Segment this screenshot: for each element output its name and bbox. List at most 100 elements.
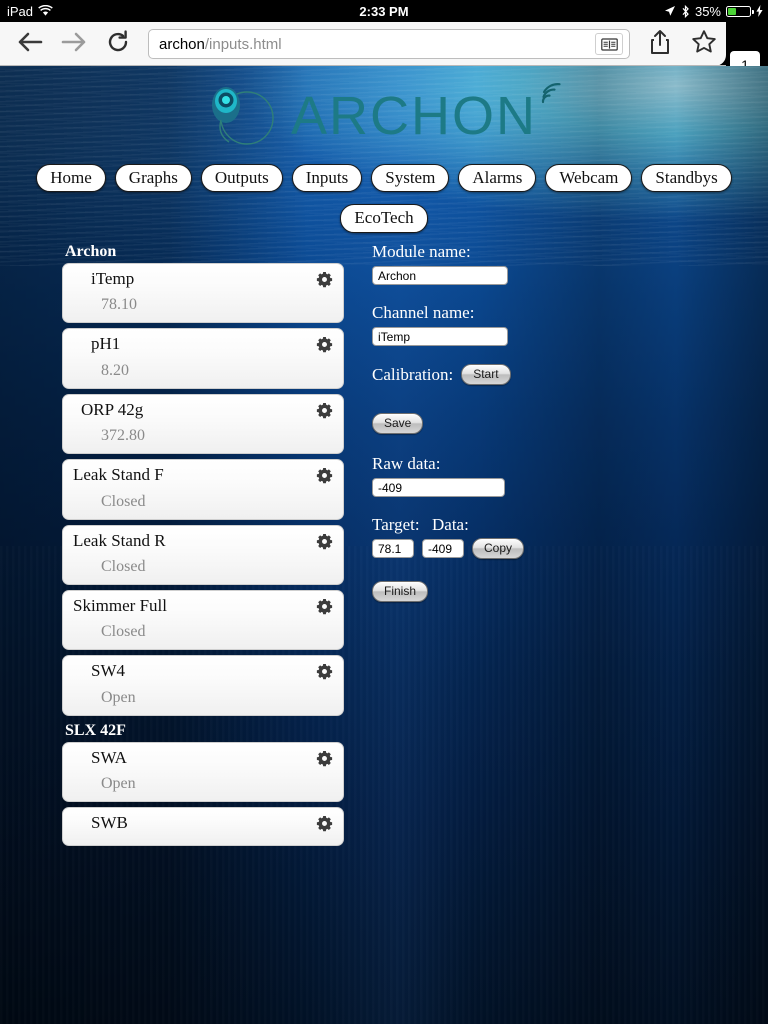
nav-second-row: EcoTech [0,204,768,233]
bluetooth-icon [681,4,690,18]
wifi-icon [38,5,53,17]
finish-button[interactable]: Finish [372,581,429,602]
share-button[interactable] [638,24,682,64]
share-icon [649,29,671,60]
nav-item-alarms[interactable]: Alarms [458,164,537,193]
channel-list-column: Archon iTemp 78.10 pH1 8.20 ORP 42g 372.… [62,242,344,851]
bookmark-button[interactable] [682,24,726,64]
ipad-safari-screen: iPad 2:33 PM 35% archon /inputs.html 1 A… [0,0,768,1024]
target-label: Target: [372,515,420,534]
channel-card-leak-stand-r[interactable]: Leak Stand R Closed [62,524,344,585]
channel-title: ORP 42g [81,399,144,419]
gear-icon[interactable] [316,533,333,550]
url-path-text: /inputs.html [204,35,282,53]
channel-title: SWB [91,813,128,833]
channel-card-swb[interactable]: SWB [62,807,344,846]
target-data-group: Target: Data: Copy [372,515,712,559]
main-navigation: Home Graphs Outputs Inputs System Alarms… [0,164,768,233]
calibration-row: Calibration: Start [372,364,712,385]
target-data-controls: Copy [372,538,712,559]
group-header-slx-42f: SLX 42F [65,721,126,739]
location-arrow-icon [664,5,676,17]
module-name-input[interactable] [372,266,508,285]
target-data-labels: Target: Data: [372,515,712,538]
forward-arrow-icon [61,31,87,58]
back-arrow-icon [17,31,43,58]
raw-data-input[interactable] [372,478,505,497]
channel-title: iTemp [91,269,135,288]
battery-percent-label: 35% [694,3,721,19]
channel-title: pH1 [91,334,121,354]
channel-card-orp-42g[interactable]: ORP 42g 372.80 [62,393,344,455]
save-button[interactable]: Save [372,413,424,434]
channel-card-sw4[interactable]: SW4 Open [62,655,344,716]
device-name-label: iPad [7,3,34,19]
archon-web-page: ARCHON Home Graphs Outputs Inputs System… [0,66,768,1024]
address-bar[interactable]: archon/inputs.html [148,29,630,59]
gear-icon[interactable] [316,336,333,353]
data-label: Data: [432,515,469,534]
ios-status-bar: iPad 2:33 PM 35% [0,0,768,22]
channel-value: 78.10 [101,296,137,314]
toolbar-controls: archon/inputs.html [0,22,726,66]
channel-title: Skimmer Full [73,595,167,615]
group-header-archon: Archon [65,243,117,260]
nav-item-graphs[interactable]: Graphs [114,164,192,193]
nav-item-inputs[interactable]: Inputs [291,164,363,193]
status-bar-clock: 2:33 PM [359,3,409,19]
channel-value: Closed [101,492,146,510]
channel-value: 372.80 [101,427,145,445]
wireless-signal-icon [539,81,565,112]
gear-icon[interactable] [316,663,333,680]
channel-title: SW4 [91,661,125,681]
finish-row: Finish [372,581,712,602]
gear-icon[interactable] [316,750,333,767]
battery-icon [726,5,754,17]
logo-wordmark: ARCHON [290,86,537,146]
copy-button[interactable]: Copy [472,538,525,559]
status-bar-left: iPad [0,4,53,19]
nav-item-home[interactable]: Home [36,164,106,193]
channel-card-leak-stand-f[interactable]: Leak Stand F Closed [62,459,344,520]
nav-item-system[interactable]: System [371,164,450,193]
reload-button[interactable] [96,24,140,64]
target-input[interactable] [372,539,414,558]
channel-name-label: Channel name: [372,303,475,322]
archon-circle-logo-icon [199,80,285,148]
module-name-label: Module name: [372,242,471,261]
data-input[interactable] [422,539,464,558]
channel-card-itemp[interactable]: iTemp 78.10 [62,263,344,324]
channel-value: Open [101,688,136,706]
module-name-field-group: Module name: [372,242,712,285]
raw-data-label: Raw data: [372,454,441,473]
safari-toolbar: archon/inputs.html 1 [0,22,768,79]
site-logo: ARCHON [0,78,768,150]
channel-card-swa[interactable]: SWA Open [62,741,344,803]
channel-card-ph1[interactable]: pH1 8.20 [62,328,344,389]
reload-icon [106,29,130,59]
gear-icon[interactable] [316,815,333,832]
lightning-bolt-icon [756,5,763,17]
gear-icon[interactable] [316,271,333,288]
star-icon [691,29,717,60]
gear-icon[interactable] [316,467,333,484]
channel-value: 8.20 [101,361,129,379]
nav-item-ecotech[interactable]: EcoTech [340,204,428,233]
save-row: Save [372,413,712,434]
nav-item-outputs[interactable]: Outputs [200,164,283,193]
channel-card-skimmer-full[interactable]: Skimmer Full Closed [62,589,344,651]
channel-name-input[interactable] [372,327,508,346]
url-host-text: archon [159,35,205,53]
gear-icon[interactable] [316,402,333,419]
back-button[interactable] [8,24,52,64]
forward-button[interactable] [52,24,96,64]
nav-item-webcam[interactable]: Webcam [545,164,633,193]
channel-title: SWA [91,747,127,767]
nav-item-standbys[interactable]: Standbys [641,164,732,193]
start-calibration-button[interactable]: Start [461,364,511,385]
channel-title: Leak Stand F [73,465,164,485]
reader-book-icon[interactable] [595,33,623,55]
channel-value: Open [101,775,136,793]
calibration-label: Calibration: [372,364,454,384]
gear-icon[interactable] [316,598,333,615]
